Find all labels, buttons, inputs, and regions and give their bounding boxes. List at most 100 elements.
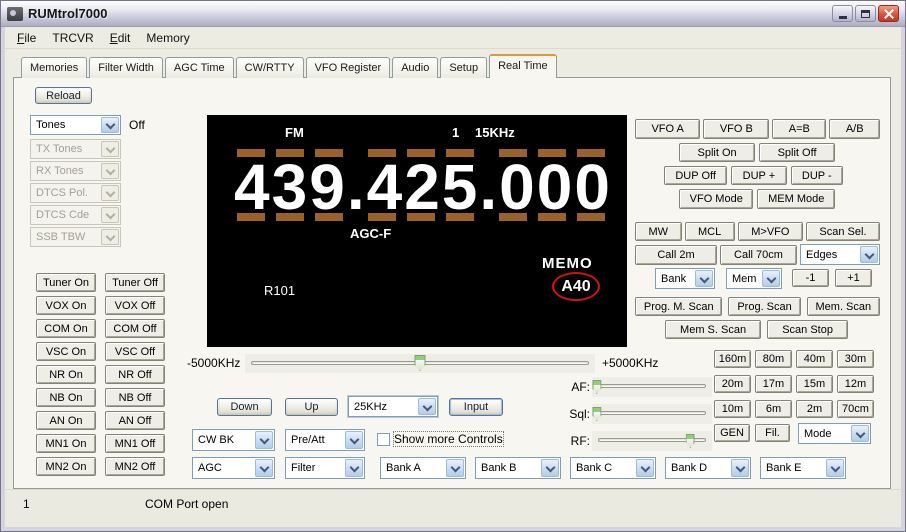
menu-item-memory[interactable]: Memory bbox=[138, 29, 197, 47]
band-button-80m[interactable]: 80m bbox=[755, 350, 792, 368]
dropdown-bank-c[interactable]: Bank C bbox=[570, 457, 656, 479]
tab-cw-rtty[interactable]: CW/RTTY bbox=[236, 57, 304, 78]
band-button-10m[interactable]: 10m bbox=[714, 400, 751, 418]
tab-setup[interactable]: Setup bbox=[440, 57, 487, 78]
button-vsc-off[interactable]: VSC Off bbox=[105, 342, 165, 361]
button-dup[interactable]: DUP - bbox=[791, 166, 843, 185]
button-nb-on[interactable]: NB On bbox=[36, 388, 96, 407]
sql-slider-thumb[interactable] bbox=[592, 407, 601, 421]
tab-vfo-register[interactable]: VFO Register bbox=[306, 57, 391, 78]
agc-dropdown[interactable]: AGC bbox=[192, 457, 275, 479]
button-mem-mode[interactable]: MEM Mode bbox=[757, 189, 835, 209]
band-button-160m[interactable]: 160m bbox=[714, 350, 751, 368]
mem-dropdown[interactable]: Mem bbox=[726, 268, 782, 289]
button-mn2-off[interactable]: MN2 Off bbox=[105, 457, 165, 476]
step-dropdown[interactable]: 25KHz bbox=[348, 396, 438, 417]
button-a-b[interactable]: A/B bbox=[829, 119, 880, 139]
band-button-17m[interactable]: 17m bbox=[755, 375, 792, 393]
band-button-12m[interactable]: 12m bbox=[837, 375, 874, 393]
button-tuner-on[interactable]: Tuner On bbox=[36, 273, 96, 292]
mode-dropdown[interactable]: Mode bbox=[798, 423, 871, 444]
button-mem-s-scan[interactable]: Mem S. Scan bbox=[665, 320, 761, 339]
button-scan-stop[interactable]: Scan Stop bbox=[767, 320, 848, 339]
dropdown-bank-e[interactable]: Bank E bbox=[760, 457, 846, 479]
band-button-2m[interactable]: 2m bbox=[796, 400, 833, 418]
button-tuner-off[interactable]: Tuner Off bbox=[105, 273, 165, 292]
button-com-off[interactable]: COM Off bbox=[105, 319, 165, 338]
menu-item-edit[interactable]: Edit bbox=[102, 29, 139, 47]
button-vfo-mode[interactable]: VFO Mode bbox=[679, 189, 753, 209]
rf-slider-thumb[interactable] bbox=[686, 434, 695, 448]
gen-button[interactable]: GEN bbox=[714, 424, 750, 442]
maximize-button[interactable] bbox=[855, 5, 876, 22]
button-dup[interactable]: DUP + bbox=[731, 166, 786, 185]
tones-dropdown[interactable]: Tones bbox=[30, 115, 121, 135]
tab-memories[interactable]: Memories bbox=[21, 57, 87, 78]
af-slider-thumb[interactable] bbox=[592, 380, 601, 394]
button-prog-m-scan[interactable]: Prog. M. Scan bbox=[635, 297, 722, 316]
af-slider[interactable] bbox=[592, 377, 712, 397]
edges-dropdown[interactable]: Edges bbox=[800, 244, 880, 265]
dropdown-bank-a[interactable]: Bank A bbox=[380, 457, 466, 479]
band-button-70cm[interactable]: 70cm bbox=[837, 400, 874, 418]
tab-agc-time[interactable]: AGC Time bbox=[165, 57, 234, 78]
button-vfo-a[interactable]: VFO A bbox=[635, 119, 700, 139]
button-mn2-on[interactable]: MN2 On bbox=[36, 457, 96, 476]
tab-audio[interactable]: Audio bbox=[392, 57, 438, 78]
cw-bk-dropdown[interactable]: CW BK bbox=[192, 429, 275, 451]
button-dup-off[interactable]: DUP Off bbox=[664, 166, 727, 185]
rf-slider[interactable] bbox=[592, 431, 712, 451]
tuning-slider-thumb[interactable] bbox=[415, 355, 426, 371]
button-vsc-on[interactable]: VSC On bbox=[36, 342, 96, 361]
button-a-b[interactable]: A=B bbox=[772, 119, 826, 139]
sql-slider[interactable] bbox=[592, 404, 712, 424]
band-button-15m[interactable]: 15m bbox=[796, 375, 833, 393]
button-split-on[interactable]: Split On bbox=[679, 143, 755, 162]
button-vfo-b[interactable]: VFO B bbox=[703, 119, 769, 139]
tab-real-time[interactable]: Real Time bbox=[489, 54, 557, 78]
band-button-6m[interactable]: 6m bbox=[755, 400, 792, 418]
pre-att-dropdown[interactable]: Pre/Att bbox=[285, 429, 365, 451]
call-70cm-button[interactable]: Call 70cm bbox=[720, 245, 797, 265]
button-m-vfo[interactable]: M>VFO bbox=[738, 222, 803, 241]
minus-one-button[interactable]: -1 bbox=[792, 269, 829, 287]
call-2m-button[interactable]: Call 2m bbox=[635, 245, 717, 265]
band-button-40m[interactable]: 40m bbox=[796, 350, 833, 368]
tab-filter-width[interactable]: Filter Width bbox=[89, 57, 163, 78]
input-button[interactable]: Input bbox=[449, 398, 503, 416]
filter-dropdown[interactable]: Filter bbox=[285, 457, 365, 479]
button-com-on[interactable]: COM On bbox=[36, 319, 96, 338]
show-more-controls-checkbox[interactable] bbox=[377, 433, 390, 446]
up-button[interactable]: Up bbox=[285, 398, 338, 416]
button-mcl[interactable]: MCL bbox=[685, 222, 735, 241]
dropdown-bank-d[interactable]: Bank D bbox=[665, 457, 751, 479]
show-more-controls-label[interactable]: Show more Controls bbox=[394, 432, 503, 446]
button-nb-off[interactable]: NB Off bbox=[105, 388, 165, 407]
down-button[interactable]: Down bbox=[217, 398, 272, 416]
button-prog-scan[interactable]: Prog. Scan bbox=[728, 297, 800, 316]
button-split-off[interactable]: Split Off bbox=[759, 143, 835, 162]
button-scan-sel[interactable]: Scan Sel. bbox=[806, 222, 880, 241]
fil-button[interactable]: Fil. bbox=[755, 424, 790, 442]
minimize-button[interactable] bbox=[832, 5, 853, 22]
button-vox-on[interactable]: VOX On bbox=[36, 296, 96, 315]
button-nr-on[interactable]: NR On bbox=[36, 365, 96, 384]
button-an-on[interactable]: AN On bbox=[36, 411, 96, 430]
button-an-off[interactable]: AN Off bbox=[105, 411, 165, 430]
band-button-20m[interactable]: 20m bbox=[714, 375, 751, 393]
band-button-30m[interactable]: 30m bbox=[837, 350, 874, 368]
af-slider-track[interactable] bbox=[598, 384, 706, 388]
button-mw[interactable]: MW bbox=[635, 222, 682, 241]
button-mem-scan[interactable]: Mem. Scan bbox=[807, 297, 880, 316]
button-nr-off[interactable]: NR Off bbox=[105, 365, 165, 384]
menu-item-file[interactable]: File bbox=[9, 29, 44, 47]
dropdown-bank-b[interactable]: Bank B bbox=[475, 457, 561, 479]
sql-slider-track[interactable] bbox=[598, 411, 706, 415]
button-vox-off[interactable]: VOX Off bbox=[105, 296, 165, 315]
tuning-slider[interactable] bbox=[245, 354, 595, 373]
bank-dropdown[interactable]: Bank bbox=[655, 268, 715, 289]
plus-one-button[interactable]: +1 bbox=[835, 269, 872, 287]
button-mn1-off[interactable]: MN1 Off bbox=[105, 434, 165, 453]
close-button[interactable] bbox=[878, 5, 899, 22]
button-mn1-on[interactable]: MN1 On bbox=[36, 434, 96, 453]
